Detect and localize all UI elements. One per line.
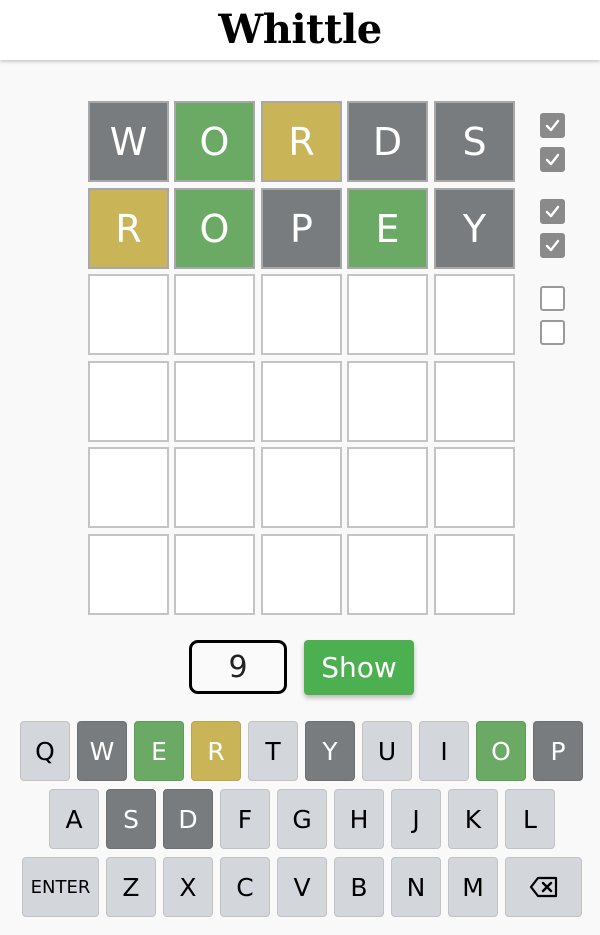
tile — [347, 447, 428, 528]
key-a[interactable]: A — [49, 789, 99, 849]
tile: O — [174, 101, 255, 182]
tile — [434, 534, 515, 615]
row-checkbox[interactable] — [540, 199, 565, 224]
tile — [174, 361, 255, 442]
tile — [261, 447, 342, 528]
tile — [261, 361, 342, 442]
tile — [347, 534, 428, 615]
key-w[interactable]: W — [77, 721, 127, 781]
key-f[interactable]: F — [220, 789, 270, 849]
key-n[interactable]: N — [391, 857, 441, 917]
checkmark-icon — [545, 239, 560, 252]
number-input[interactable]: 9 — [189, 640, 287, 694]
key-s[interactable]: S — [106, 789, 156, 849]
tile — [434, 447, 515, 528]
tile — [347, 274, 428, 355]
tile — [88, 361, 169, 442]
key-k[interactable]: K — [448, 789, 498, 849]
tile: W — [88, 101, 169, 182]
key-e[interactable]: E — [134, 721, 184, 781]
tile: D — [347, 101, 428, 182]
row-checkbox[interactable] — [540, 113, 565, 138]
tile: P — [261, 188, 342, 269]
key-q[interactable]: Q — [20, 721, 70, 781]
tile — [174, 534, 255, 615]
checkmark-icon — [545, 205, 560, 218]
key-r[interactable]: R — [191, 721, 241, 781]
tile — [88, 534, 169, 615]
row-checkbox[interactable] — [540, 233, 565, 258]
key-p[interactable]: P — [533, 721, 583, 781]
key-c[interactable]: C — [220, 857, 270, 917]
key-l[interactable]: L — [505, 789, 555, 849]
app-title: Whittle — [218, 6, 382, 53]
tile: E — [347, 188, 428, 269]
row-checkbox[interactable] — [540, 320, 565, 345]
key-o[interactable]: O — [476, 721, 526, 781]
key-u[interactable]: U — [362, 721, 412, 781]
key-x[interactable]: X — [163, 857, 213, 917]
checkmark-icon — [545, 153, 560, 166]
key-z[interactable]: Z — [106, 857, 156, 917]
key-enter[interactable]: ENTER — [22, 857, 99, 917]
tile — [174, 447, 255, 528]
checkmark-icon — [545, 119, 560, 132]
tile: O — [174, 188, 255, 269]
key-backspace[interactable] — [505, 857, 582, 917]
tile: R — [261, 101, 342, 182]
key-t[interactable]: T — [248, 721, 298, 781]
tile — [434, 274, 515, 355]
row-checkbox[interactable] — [540, 147, 565, 172]
key-y[interactable]: Y — [305, 721, 355, 781]
tile: R — [88, 188, 169, 269]
tile — [174, 274, 255, 355]
key-d[interactable]: D — [163, 789, 213, 849]
header: Whittle — [0, 0, 600, 60]
backspace-icon — [529, 876, 557, 898]
key-v[interactable]: V — [277, 857, 327, 917]
key-i[interactable]: I — [419, 721, 469, 781]
key-j[interactable]: J — [391, 789, 441, 849]
tile: Y — [434, 188, 515, 269]
key-b[interactable]: B — [334, 857, 384, 917]
tile — [261, 534, 342, 615]
tile — [88, 447, 169, 528]
tile — [434, 361, 515, 442]
row-checkbox[interactable] — [540, 286, 565, 311]
tile — [261, 274, 342, 355]
key-m[interactable]: M — [448, 857, 498, 917]
tile: S — [434, 101, 515, 182]
tile — [347, 361, 428, 442]
key-g[interactable]: G — [277, 789, 327, 849]
show-button[interactable]: Show — [304, 640, 414, 695]
tile — [88, 274, 169, 355]
key-h[interactable]: H — [334, 789, 384, 849]
